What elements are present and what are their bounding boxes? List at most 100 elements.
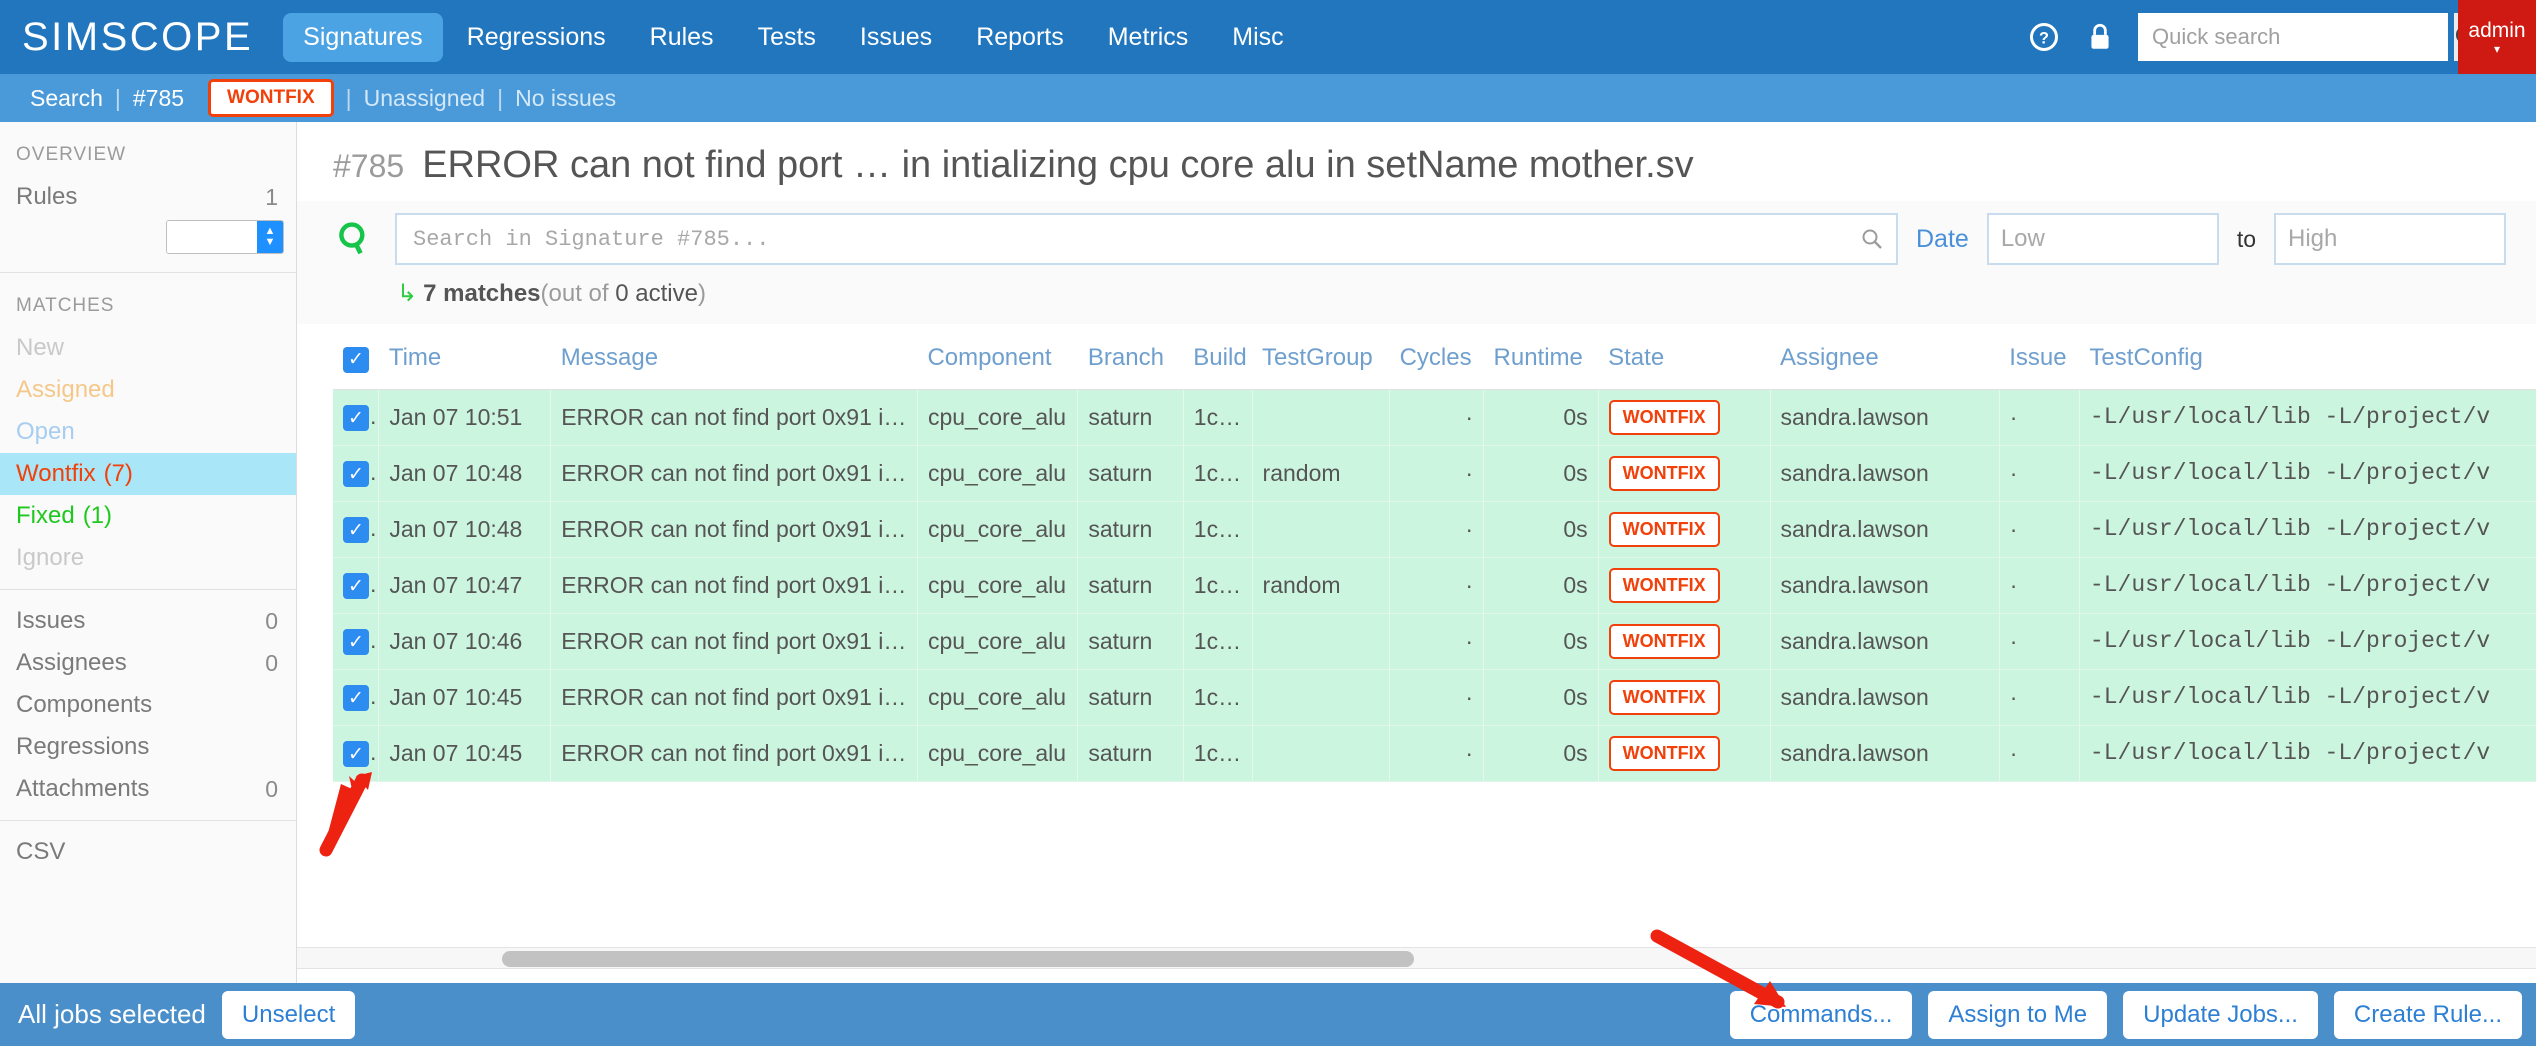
sidebar-wontfix-label: Wontfix bbox=[16, 460, 96, 487]
breadcrumb-search[interactable]: Search bbox=[18, 85, 115, 112]
commands-button[interactable]: Commands... bbox=[1729, 990, 1913, 1039]
cell-state: WONTFIX bbox=[1598, 725, 1771, 782]
sidebar-item-assignees[interactable]: Assignees 0 bbox=[0, 642, 296, 684]
nav-item-metrics[interactable]: Metrics bbox=[1088, 13, 1209, 62]
column-header-issue[interactable]: Issue bbox=[1999, 338, 2080, 390]
nav-item-regressions[interactable]: Regressions bbox=[447, 13, 626, 62]
table-row[interactable]: ✓ Jan 07 10:48 ERROR can not find port 0… bbox=[333, 445, 2536, 502]
nav-item-signatures[interactable]: Signatures bbox=[283, 12, 443, 62]
column-header-runtime[interactable]: Runtime bbox=[1483, 338, 1599, 390]
column-header-component[interactable]: Component bbox=[917, 338, 1078, 390]
sidebar-item-rules[interactable]: Rules 1 bbox=[0, 176, 296, 218]
breadcrumb-state-chip[interactable]: WONTFIX bbox=[208, 79, 334, 117]
sidebar-item-attachments[interactable]: Attachments 0 bbox=[0, 768, 296, 810]
status-badge[interactable]: WONTFIX bbox=[1608, 455, 1720, 491]
status-badge[interactable]: WONTFIX bbox=[1608, 735, 1720, 771]
nav-item-issues[interactable]: Issues bbox=[840, 13, 952, 62]
nav-item-misc[interactable]: Misc bbox=[1212, 13, 1303, 62]
cell-assignee: sandra.lawson bbox=[1770, 557, 2000, 614]
user-menu-button[interactable]: admin ▾ bbox=[2458, 0, 2536, 74]
row-checkbox[interactable]: ✓ bbox=[343, 517, 369, 544]
sidebar-item-open[interactable]: Open bbox=[0, 411, 296, 453]
unselect-button[interactable]: Unselect bbox=[221, 990, 356, 1039]
column-header-branch[interactable]: Branch bbox=[1077, 338, 1184, 390]
breadcrumb-signature-id[interactable]: #785 bbox=[121, 85, 196, 112]
search-icon bbox=[333, 220, 377, 258]
cell-message: ERROR can not find port 0x91 in intializ… bbox=[550, 389, 918, 446]
sidebar-issues-label: Issues bbox=[16, 607, 86, 634]
lock-icon[interactable] bbox=[2072, 0, 2128, 74]
column-header-state[interactable]: State bbox=[1598, 338, 1771, 390]
column-header-message[interactable]: Message bbox=[550, 338, 918, 390]
row-checkbox[interactable]: ✓ bbox=[343, 629, 369, 656]
row-checkbox[interactable]: ✓ bbox=[343, 573, 369, 600]
column-header-assignee[interactable]: Assignee bbox=[1770, 338, 2000, 390]
sidebar-attachments-count: 0 bbox=[265, 775, 278, 802]
horizontal-scrollbar[interactable] bbox=[297, 947, 2536, 969]
cell-testconfig: -L/usr/local/lib -L/project/v bbox=[2079, 669, 2536, 726]
quick-search-input[interactable] bbox=[2138, 24, 2454, 50]
column-header-testconfig[interactable]: TestConfig bbox=[2079, 338, 2536, 390]
nav-item-tests[interactable]: Tests bbox=[738, 13, 836, 62]
row-checkbox[interactable]: ✓ bbox=[343, 405, 369, 432]
app-logo[interactable]: SIMSCOPE bbox=[22, 15, 253, 60]
breadcrumb-issues[interactable]: No issues bbox=[503, 85, 628, 112]
matches-suffix-open: (out of bbox=[540, 280, 616, 307]
help-circle-icon[interactable]: ? bbox=[2016, 0, 2072, 74]
select-all-header: ✓ bbox=[333, 338, 379, 390]
table-row[interactable]: ✓ Jan 07 10:45 ERROR can not find port 0… bbox=[333, 725, 2536, 782]
status-badge[interactable]: WONTFIX bbox=[1608, 399, 1720, 435]
column-header-build[interactable]: Build bbox=[1183, 338, 1253, 390]
cell-testconfig: -L/usr/local/lib -L/project/v bbox=[2079, 725, 2536, 782]
select-all-checkbox[interactable]: ✓ bbox=[343, 346, 369, 373]
status-badge[interactable]: WONTFIX bbox=[1608, 679, 1720, 715]
sidebar-item-new[interactable]: New bbox=[0, 327, 296, 369]
cell-assignee: sandra.lawson bbox=[1770, 389, 2000, 446]
sidebar-item-issues[interactable]: Issues 0 bbox=[0, 600, 296, 642]
date-high-input[interactable] bbox=[2274, 213, 2506, 265]
nav-item-reports[interactable]: Reports bbox=[956, 13, 1084, 62]
signature-search-input[interactable] bbox=[397, 226, 1848, 252]
column-header-time[interactable]: Time bbox=[378, 338, 551, 390]
sidebar-item-fixed[interactable]: Fixed (1) bbox=[0, 495, 296, 537]
nav-item-rules[interactable]: Rules bbox=[630, 13, 734, 62]
status-badge[interactable]: WONTFIX bbox=[1608, 511, 1720, 547]
row-checkbox[interactable]: ✓ bbox=[343, 685, 369, 712]
table-row[interactable]: ✓ Jan 07 10:45 ERROR can not find port 0… bbox=[333, 669, 2536, 726]
table-row[interactable]: ✓ Jan 07 10:47 ERROR can not find port 0… bbox=[333, 557, 2536, 614]
column-header-testgroup[interactable]: TestGroup bbox=[1252, 338, 1390, 390]
cell-message: ERROR can not find port 0x91 in intializ… bbox=[550, 669, 918, 726]
cell-message: ERROR can not find port 0x91 in intializ… bbox=[550, 501, 918, 558]
cell-cycles: · bbox=[1389, 557, 1485, 614]
update-jobs-button[interactable]: Update Jobs... bbox=[2123, 990, 2318, 1039]
sidebar-item-components[interactable]: Components bbox=[0, 684, 296, 726]
table-row[interactable]: ✓ Jan 07 10:51 ERROR can not find port 0… bbox=[333, 389, 2536, 446]
row-checkbox[interactable]: ✓ bbox=[343, 461, 369, 488]
user-menu-label: admin bbox=[2468, 19, 2526, 43]
sidebar-item-csv[interactable]: CSV bbox=[0, 831, 296, 873]
sidebar-item-regressions[interactable]: Regressions bbox=[0, 726, 296, 768]
date-low-input[interactable] bbox=[1986, 213, 2219, 265]
stepper-arrows-icon[interactable]: ▲ ▼ bbox=[257, 221, 283, 253]
date-range-to-label: to bbox=[2236, 225, 2256, 252]
sidebar-item-ignore[interactable]: Ignore bbox=[0, 537, 296, 579]
row-checkbox[interactable]: ✓ bbox=[343, 741, 369, 768]
horizontal-scrollbar-thumb[interactable] bbox=[502, 951, 1414, 967]
page-title-row: #785 ERROR can not find port … in intial… bbox=[297, 122, 2536, 201]
cell-assignee: sandra.lawson bbox=[1770, 669, 2000, 726]
search-icon[interactable] bbox=[1848, 227, 1896, 251]
cell-cycles: · bbox=[1389, 389, 1485, 446]
table-row[interactable]: ✓ Jan 07 10:46 ERROR can not find port 0… bbox=[333, 613, 2536, 670]
sidebar-item-wontfix[interactable]: Wontfix (7) bbox=[0, 453, 296, 495]
column-header-cycles[interactable]: Cycles bbox=[1389, 338, 1484, 390]
assign-to-me-button[interactable]: Assign to Me bbox=[1928, 990, 2108, 1039]
cell-branch: saturn bbox=[1077, 445, 1184, 502]
sidebar-item-assigned[interactable]: Assigned bbox=[0, 369, 296, 411]
status-badge[interactable]: WONTFIX bbox=[1608, 623, 1720, 659]
rules-number-input[interactable] bbox=[167, 221, 257, 253]
table-row[interactable]: ✓ Jan 07 10:48 ERROR can not find port 0… bbox=[333, 501, 2536, 558]
status-badge[interactable]: WONTFIX bbox=[1608, 567, 1720, 603]
breadcrumb-assignee[interactable]: Unassigned bbox=[352, 85, 497, 112]
create-rule-button[interactable]: Create Rule... bbox=[2333, 990, 2522, 1039]
svg-text:?: ? bbox=[2039, 29, 2049, 47]
